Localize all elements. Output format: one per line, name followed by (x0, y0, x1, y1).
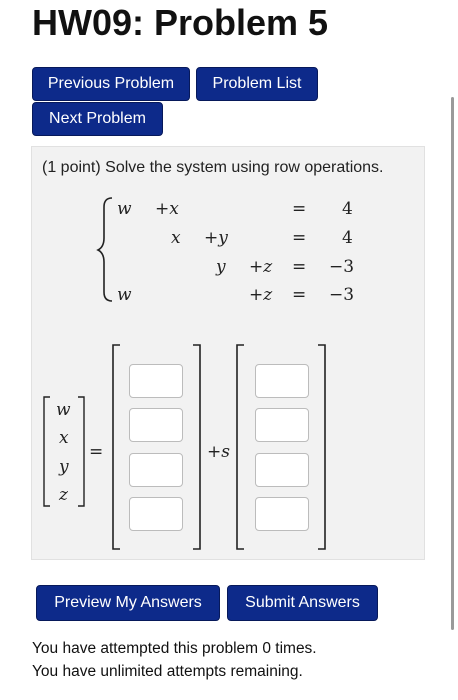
matrix2-right-bracket-icon (318, 344, 326, 550)
equals-sign: = (89, 442, 104, 462)
vector-right-bracket-icon (78, 396, 85, 507)
eq1-x: +x (155, 199, 179, 219)
answer-input-particular-2[interactable] (129, 408, 183, 442)
parameter-term: +s (207, 442, 230, 462)
eq3-rhs: −3 (329, 257, 355, 277)
answer-input-direction-2[interactable] (255, 408, 309, 442)
eq3-y: y (216, 257, 226, 277)
system-brace-icon (96, 197, 113, 302)
eq4-z: +z (249, 285, 273, 305)
matrix1-right-bracket-icon (193, 344, 201, 550)
preview-answers-button[interactable]: Preview My Answers (36, 585, 220, 621)
eq4-rhs: −3 (329, 285, 355, 305)
answer-input-particular-4[interactable] (129, 497, 183, 531)
eq2-x: x (171, 228, 181, 248)
vector-y: y (59, 457, 69, 477)
answer-input-direction-3[interactable] (255, 453, 309, 487)
eq4-equals: = (292, 285, 307, 305)
vector-left-bracket-icon (43, 396, 50, 507)
remaining-attempts-message: You have unlimited attempts remaining. (32, 663, 303, 680)
eq2-rhs: 4 (342, 228, 353, 248)
answer-input-direction-1[interactable] (255, 364, 309, 398)
eq2-equals: = (292, 228, 307, 248)
eq2-y: +y (204, 228, 228, 248)
eq4-w: w (117, 285, 132, 305)
eq1-w: w (117, 199, 132, 219)
attempts-message: You have attempted this problem 0 times. (32, 640, 317, 657)
eq3-z: +z (249, 257, 273, 277)
vector-w: w (56, 400, 71, 420)
eq1-equals: = (292, 199, 307, 219)
submit-answers-button[interactable]: Submit Answers (227, 585, 378, 621)
vector-z: z (59, 485, 68, 505)
eq1-rhs: 4 (342, 199, 353, 219)
vector-x: x (59, 428, 69, 448)
matrix1-left-bracket-icon (112, 344, 120, 550)
answer-input-particular-1[interactable] (129, 364, 183, 398)
eq3-equals: = (292, 257, 307, 277)
matrix2-left-bracket-icon (236, 344, 244, 550)
answer-input-direction-4[interactable] (255, 497, 309, 531)
answer-input-particular-3[interactable] (129, 453, 183, 487)
